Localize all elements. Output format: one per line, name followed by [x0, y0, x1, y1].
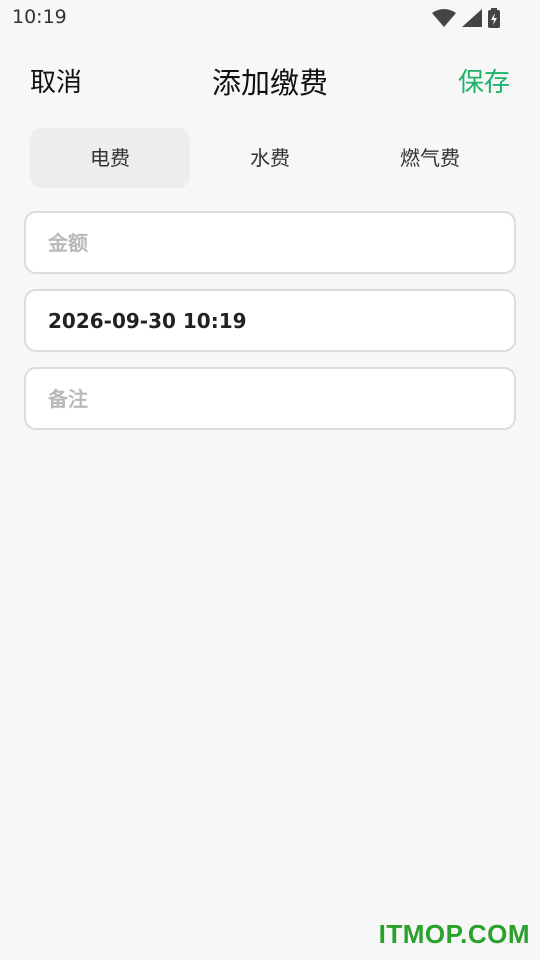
datetime-value: 2026-09-30 10:19 — [48, 308, 247, 333]
watermark: ITMOP.COM — [378, 919, 530, 949]
signal-icon — [462, 9, 482, 27]
battery-icon — [488, 8, 500, 28]
tab-electricity[interactable]: 电费 — [30, 128, 190, 188]
note-field-container — [24, 367, 516, 430]
amount-input[interactable] — [48, 230, 492, 255]
datetime-field[interactable]: 2026-09-30 10:19 — [24, 289, 516, 352]
screen: 10:19 取消 添加缴费 保存 电费 水费 燃气费 金额 2026-09-30… — [0, 0, 540, 960]
status-bar: 10:19 — [0, 0, 540, 36]
tab-water[interactable]: 水费 — [190, 128, 350, 188]
amount-field-container — [24, 211, 516, 274]
note-input[interactable] — [48, 386, 492, 411]
wifi-icon — [432, 9, 456, 27]
status-icons — [432, 8, 500, 28]
save-button[interactable]: 保存 — [458, 62, 510, 99]
tab-gas[interactable]: 燃气费 — [350, 128, 510, 188]
fee-type-tabs: 电费 水费 燃气费 — [30, 128, 510, 188]
header: 取消 添加缴费 保存 — [0, 52, 540, 108]
status-time: 10:19 — [12, 6, 67, 28]
